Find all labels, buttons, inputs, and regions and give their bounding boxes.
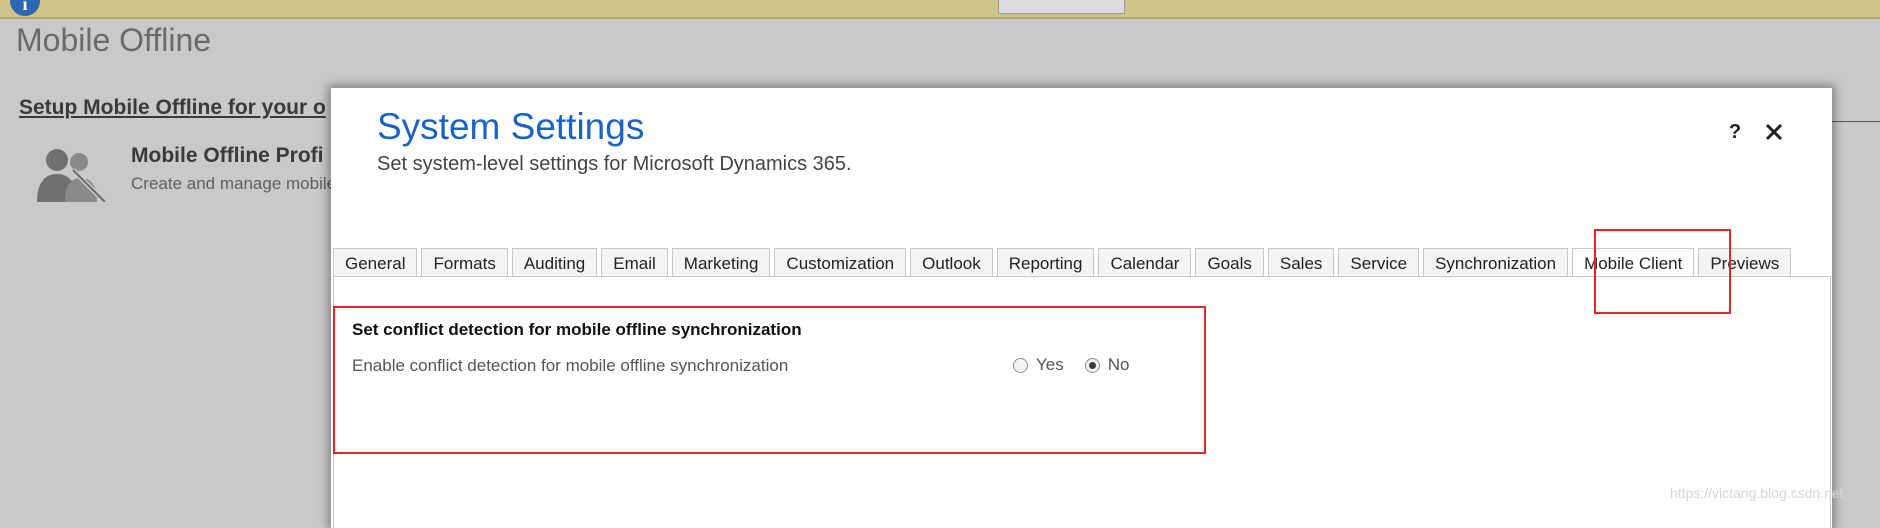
profile-description: Create and manage mobile	[131, 174, 337, 193]
highlight-box-section	[333, 306, 1206, 454]
watermark: https://victang.blog.csdn.net	[1670, 485, 1844, 501]
info-icon: i	[10, 0, 40, 16]
tab-outlook[interactable]: Outlook	[910, 248, 993, 276]
tab-service[interactable]: Service	[1338, 248, 1420, 276]
tab-general[interactable]: General	[333, 248, 418, 276]
tab-calendar[interactable]: Calendar	[1098, 248, 1192, 276]
tab-goals[interactable]: Goals	[1195, 248, 1264, 276]
page-title: Mobile Offline	[16, 22, 212, 58]
tab-sales[interactable]: Sales	[1267, 248, 1335, 276]
setup-heading-link[interactable]: Setup Mobile Offline for your o	[19, 96, 326, 120]
tab-email[interactable]: Email	[601, 248, 668, 276]
profile-title-link[interactable]: Mobile Offline Profi	[131, 144, 324, 168]
tab-customization[interactable]: Customization	[774, 248, 907, 276]
help-button[interactable]: ?	[1724, 121, 1746, 145]
settings-tabs: General Formats Auditing Email Marketing…	[333, 248, 1795, 276]
tab-reporting[interactable]: Reporting	[996, 248, 1095, 276]
tab-marketing[interactable]: Marketing	[671, 248, 771, 276]
notification-action-button[interactable]	[998, 0, 1125, 14]
tab-synchronization[interactable]: Synchronization	[1423, 248, 1569, 276]
highlight-box-tab	[1594, 229, 1731, 314]
close-icon[interactable]	[1761, 119, 1787, 145]
user-group-icon	[37, 149, 107, 202]
notification-bar: i	[0, 0, 1880, 19]
tab-auditing[interactable]: Auditing	[511, 248, 598, 276]
dialog-subtitle: Set system-level settings for Microsoft …	[377, 153, 852, 175]
tab-formats[interactable]: Formats	[421, 248, 508, 276]
dialog-title: System Settings	[377, 106, 645, 147]
